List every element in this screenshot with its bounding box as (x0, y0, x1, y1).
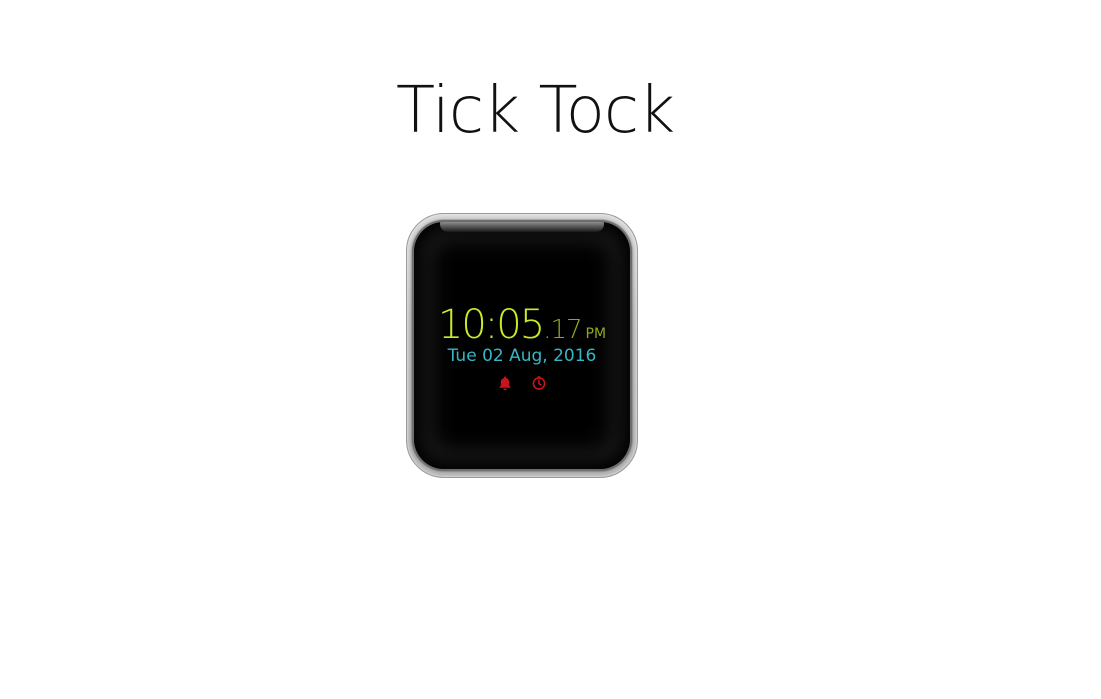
page-title: Tick Tock (396, 74, 675, 148)
watch-bezel: 10:05.17 PM Tue 02 Aug, 2016 (412, 220, 632, 471)
time-hours-minutes: 10:05 (437, 302, 545, 348)
date-display: Tue 02 Aug, 2016 (447, 346, 597, 366)
time-display: 10:05.17 PM (414, 302, 630, 348)
time-ampm: PM (585, 326, 607, 342)
status-icons (414, 375, 630, 395)
screen-glare (440, 222, 604, 232)
alarm-bell-icon (499, 376, 511, 391)
watch-screen: 10:05.17 PM Tue 02 Aug, 2016 (414, 222, 630, 469)
timer-icon (532, 376, 546, 390)
time-seconds: .17 (543, 315, 582, 345)
watch-case: 10:05.17 PM Tue 02 Aug, 2016 (406, 213, 638, 478)
